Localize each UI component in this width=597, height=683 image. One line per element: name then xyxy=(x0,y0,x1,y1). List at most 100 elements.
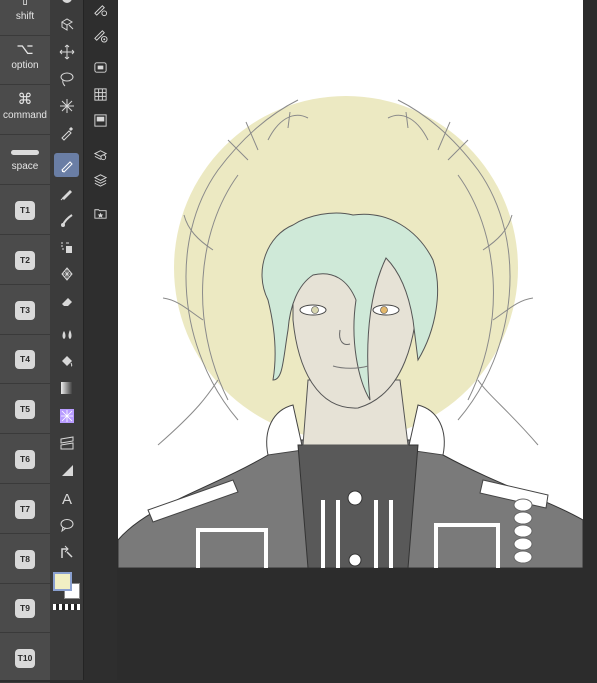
artwork xyxy=(118,96,583,568)
layer-property-icon xyxy=(94,88,107,101)
shortcut-key-t3[interactable]: T3 xyxy=(0,286,50,335)
fill-icon xyxy=(61,356,72,367)
button-2 xyxy=(348,553,362,567)
shortcut-key-t2[interactable]: T2 xyxy=(0,236,50,285)
modifier-key-command[interactable]: ⌘ command xyxy=(0,86,50,135)
command-symbol-icon: ⌘ xyxy=(17,91,33,108)
ruler-tool-button[interactable] xyxy=(54,458,79,482)
tool-settings-button[interactable] xyxy=(92,1,109,18)
tool-partial-top[interactable] xyxy=(54,0,79,10)
modifier-key-panel: ⇧ shift ⌥ option ⌘ command space T1 T2 T3 T4 T5 T6 T7… xyxy=(0,0,51,683)
frame-tool-button[interactable] xyxy=(54,431,79,455)
shift-symbol-icon: ⇧ xyxy=(18,0,32,9)
blend-icon xyxy=(62,330,71,339)
modifier-key-option[interactable]: ⌥ option xyxy=(0,36,50,85)
layer-search-icon xyxy=(93,150,108,161)
figure-icon xyxy=(59,409,74,423)
aiguillette xyxy=(513,498,533,564)
shortcut-key-label: T4 xyxy=(15,350,35,370)
option-symbol-icon: ⌥ xyxy=(16,41,34,58)
navigator-icon xyxy=(94,62,107,73)
navigator-button[interactable] xyxy=(92,59,109,76)
eyedropper-icon xyxy=(60,126,73,141)
text-icon: A xyxy=(62,491,72,506)
drawing-canvas[interactable] xyxy=(118,0,583,568)
frame-icon xyxy=(60,436,73,450)
decoration-icon xyxy=(60,267,73,281)
shortcut-key-label: T6 xyxy=(15,450,35,469)
modifier-key-label: space xyxy=(11,161,39,172)
main-color-swatch[interactable] xyxy=(53,572,72,591)
canvas-area xyxy=(117,0,597,680)
transparent-color-swatch[interactable] xyxy=(53,604,80,610)
shortcut-key-label: T5 xyxy=(15,400,35,420)
correct-line-tool-button[interactable] xyxy=(54,540,79,564)
fill-tool-button[interactable] xyxy=(54,349,79,373)
shortcut-key-t9[interactable]: T9 xyxy=(0,584,50,634)
shortcut-key-label: T1 xyxy=(15,201,35,220)
shortcut-key-label: T8 xyxy=(15,549,35,569)
spacebar-icon xyxy=(11,150,39,155)
magic-wand-icon xyxy=(59,99,74,113)
pencil-tool-button[interactable] xyxy=(54,181,79,205)
balloon-tool-button[interactable] xyxy=(54,513,79,537)
lasso-tool-button[interactable] xyxy=(54,67,79,91)
brush-size-button[interactable] xyxy=(92,27,109,44)
ruler-icon xyxy=(61,465,73,476)
move-icon xyxy=(59,44,74,60)
brush-icon xyxy=(60,214,73,227)
canvas-scroll-track[interactable] xyxy=(583,0,597,568)
select-layer-icon xyxy=(60,18,73,31)
gradient-tool-button[interactable] xyxy=(54,376,79,400)
tool-palette: A xyxy=(50,0,84,680)
material-button[interactable] xyxy=(92,205,109,222)
eyedropper-tool-button[interactable] xyxy=(54,121,79,145)
layer-search-button[interactable] xyxy=(92,146,109,163)
shortcut-key-label: T9 xyxy=(15,599,35,619)
figure-tool-button[interactable] xyxy=(54,404,79,428)
correct-line-icon xyxy=(60,545,73,558)
shortcut-key-label: T3 xyxy=(15,300,35,320)
inner-shirt xyxy=(297,444,419,568)
text-tool-button[interactable]: A xyxy=(54,486,79,510)
layers-button[interactable] xyxy=(92,171,109,188)
airbrush-icon xyxy=(60,242,72,253)
airbrush-tool-button[interactable] xyxy=(54,235,79,259)
color-swatches[interactable] xyxy=(53,572,81,600)
shortcut-key-t4[interactable]: T4 xyxy=(0,335,50,385)
button-1 xyxy=(347,490,363,506)
eraser-icon xyxy=(61,298,72,306)
shortcut-key-t8[interactable]: T8 xyxy=(0,535,50,584)
select-layer-tool-button[interactable] xyxy=(54,12,79,36)
shortcut-key-t1[interactable]: T1 xyxy=(0,186,50,235)
magic-wand-tool-button[interactable] xyxy=(54,94,79,118)
shortcut-key-t5[interactable]: T5 xyxy=(0,385,50,435)
shortcut-key-t7[interactable]: T7 xyxy=(0,485,50,534)
brush-size-icon xyxy=(94,30,108,43)
modifier-key-space[interactable]: space xyxy=(0,136,50,185)
modifier-key-label: shift xyxy=(15,11,35,22)
gradient-icon xyxy=(60,382,73,394)
modifier-key-label: command xyxy=(3,110,47,121)
pen-icon xyxy=(60,161,73,173)
command-bar xyxy=(84,0,117,680)
blend-tool-button[interactable] xyxy=(54,322,79,346)
sub-view-button[interactable] xyxy=(92,112,109,129)
shortcut-key-t6[interactable]: T6 xyxy=(0,435,50,484)
tool-settings-icon xyxy=(94,5,108,17)
modifier-key-shift[interactable]: ⇧ shift xyxy=(0,0,50,36)
move-tool-button[interactable] xyxy=(54,40,79,64)
sub-view-icon xyxy=(94,114,107,127)
shortcut-key-label: T10 xyxy=(15,649,35,669)
layers-icon xyxy=(93,174,108,187)
brush-tool-button[interactable] xyxy=(54,208,79,232)
lasso-icon xyxy=(60,72,73,87)
pen-tool-button[interactable] xyxy=(54,153,79,177)
eraser-tool-button[interactable] xyxy=(54,289,79,313)
modifier-key-label: option xyxy=(11,60,39,71)
decoration-tool-button[interactable] xyxy=(54,262,79,286)
svg-text:A: A xyxy=(62,491,72,506)
shortcut-key-t10[interactable]: T10 xyxy=(0,634,50,683)
balloon-icon xyxy=(60,519,73,533)
layer-property-button[interactable] xyxy=(92,86,109,103)
